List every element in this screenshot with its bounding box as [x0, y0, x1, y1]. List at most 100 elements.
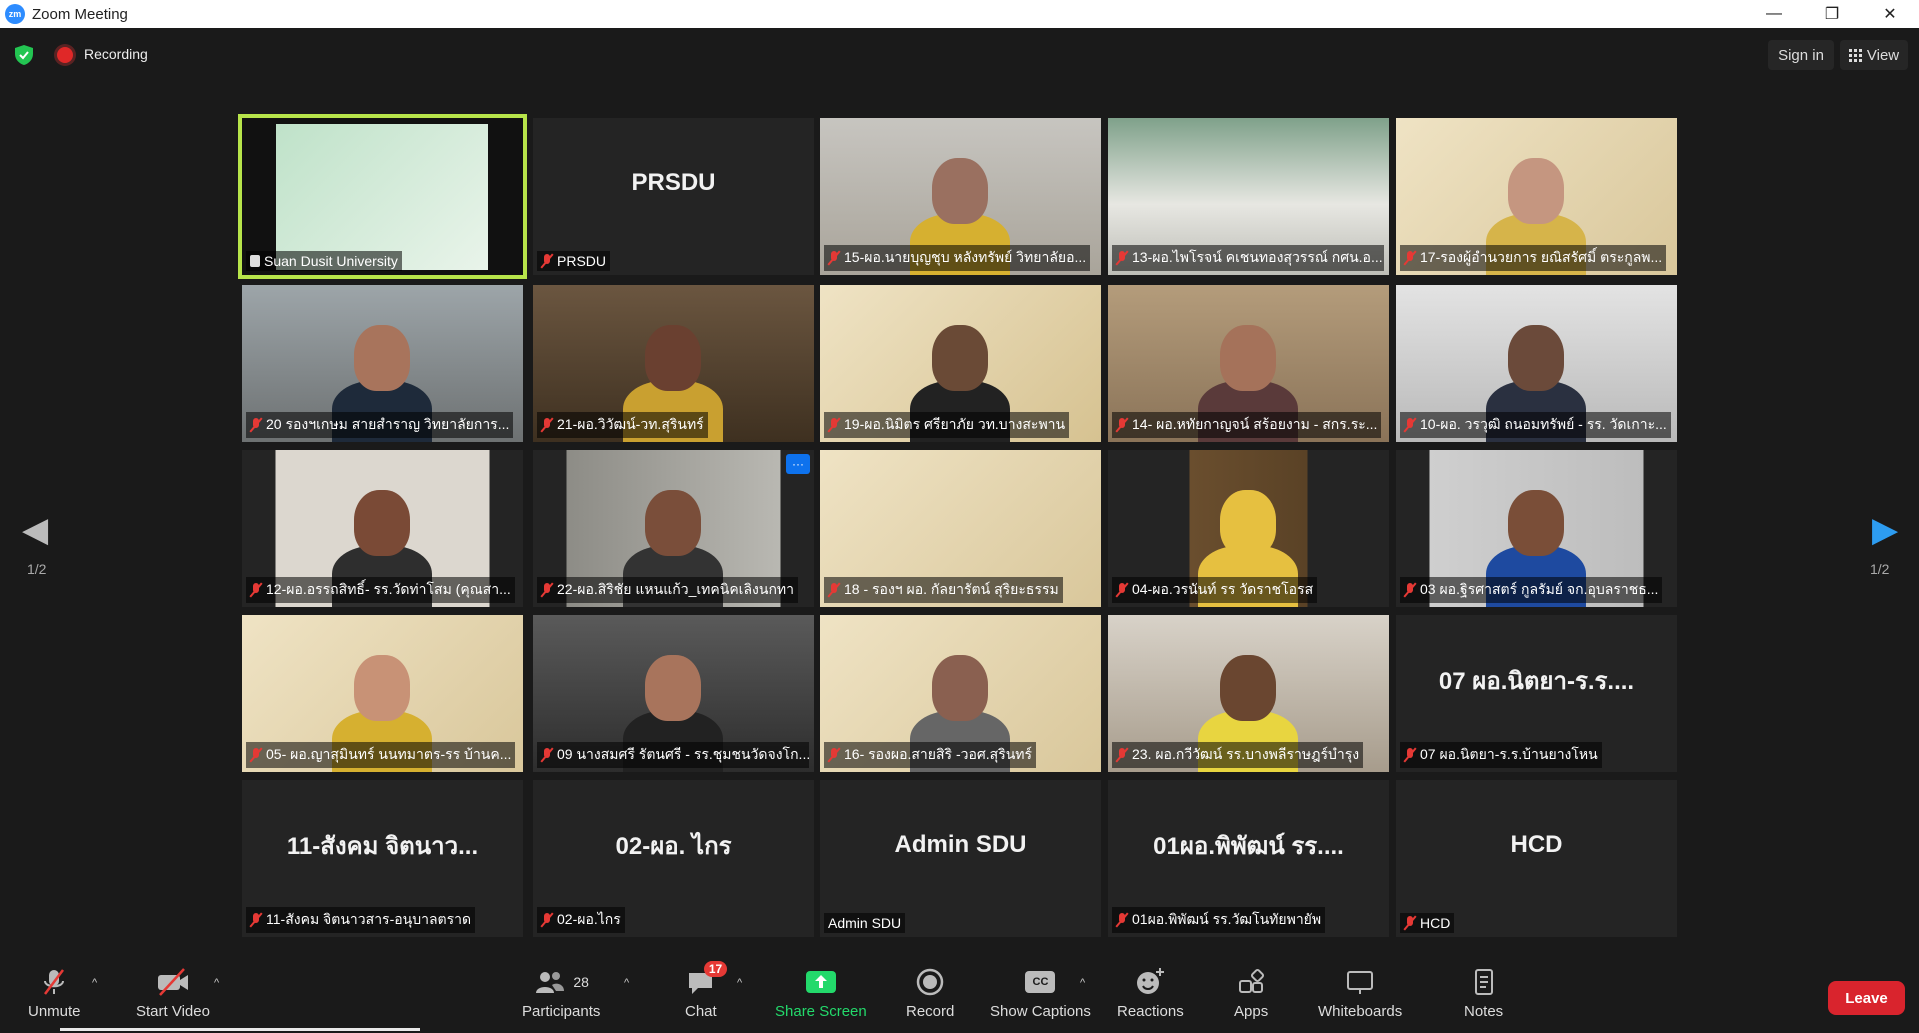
audio-options-caret-icon[interactable]: ^: [92, 977, 97, 989]
share-screen-icon: [805, 971, 836, 993]
apps-button[interactable]: Apps: [1234, 967, 1268, 1020]
participant-tile[interactable]: 19-ผอ.นิมิตร ศรียาภัย วท.บางสะพาน: [820, 285, 1101, 442]
view-label: View: [1866, 46, 1900, 64]
captions-options-caret-icon[interactable]: ^: [1080, 977, 1085, 989]
minimize-button[interactable]: —: [1745, 0, 1803, 28]
participant-tile[interactable]: 23. ผอ.กวีวัฒน์ รร.บางพลีราษฎร์บำรุง: [1108, 615, 1389, 772]
share-screen-button[interactable]: Share Screen: [775, 967, 867, 1020]
participant-tile[interactable]: PRSDU PRSDU: [533, 118, 814, 275]
muted-microphone-icon: [1404, 251, 1416, 265]
window-titlebar: zm Zoom Meeting — ❐ ✕: [0, 0, 1919, 28]
muted-microphone-icon: [1404, 418, 1416, 432]
participant-tile[interactable]: 16- รองผอ.สายสิริ -วอศ.สุรินทร์: [820, 615, 1101, 772]
participant-tile[interactable]: 11-สังคม จิตนาว... 11-สังคม จิตนาวสาร-อนุ…: [242, 780, 523, 937]
muted-microphone-icon: [1116, 583, 1128, 597]
participant-tile[interactable]: HCD HCD: [1396, 780, 1677, 937]
chat-label: Chat: [685, 1003, 717, 1020]
participant-tile[interactable]: Suan Dusit University: [238, 114, 527, 279]
start-video-button[interactable]: Start Video: [136, 967, 210, 1020]
participant-name: 11-สังคม จิตนาวสาร-อนุบาลตราด: [266, 911, 472, 927]
chat-button[interactable]: 17 Chat: [685, 961, 728, 1020]
participant-tile[interactable]: 20 รองฯเกษม สายสำราญ วิทยาลัยการ...: [242, 285, 523, 442]
record-icon: [916, 968, 944, 996]
muted-microphone-icon: [1116, 913, 1128, 927]
muted-microphone-icon: [828, 583, 840, 597]
participant-name-label: 07 ผอ.นิตยา-ร.ร.บ้านยางโหน: [1400, 742, 1602, 768]
participant-tile[interactable]: ··· 22-ผอ.สิริชัย แหนแก้ว_เทคนิคเลิงนกทา: [533, 450, 814, 607]
participant-tile[interactable]: Admin SDU Admin SDU: [820, 780, 1101, 937]
next-page-arrow-icon[interactable]: ▶: [1872, 510, 1898, 550]
participant-name: 03 ผอ.ฐิรศาสตร์ กูลรัมย์ จก.อุบลราชธ...: [1420, 581, 1659, 597]
participant-tile[interactable]: 05- ผอ.ญาสุมินทร์ นนทมาตร-รร บ้านค...: [242, 615, 523, 772]
participant-tile[interactable]: 09 นางสมศรี รัตนศรี - รร.ชุมชนวัดจงโก...: [533, 615, 814, 772]
restore-button[interactable]: ❐: [1803, 0, 1861, 28]
participant-name-label: 16- รองผอ.สายสิริ -วอศ.สุรินทร์: [824, 742, 1037, 768]
muted-microphone-icon: [250, 748, 262, 762]
participant-face: [1220, 325, 1276, 391]
show-captions-button[interactable]: CC Show Captions: [990, 967, 1091, 1020]
participant-tile[interactable]: 12-ผอ.อรรถสิทธิ์- รร.วัดท่าโสม (คุณสา...: [242, 450, 523, 607]
participant-tile[interactable]: 14- ผอ.หทัยกาญจน์ สร้อยงาม - สกร.ระ...: [1108, 285, 1389, 442]
notes-button[interactable]: Notes: [1464, 967, 1503, 1020]
reactions-emoji-icon: [1137, 968, 1165, 994]
view-button[interactable]: View: [1840, 40, 1908, 70]
more-options-button[interactable]: ···: [786, 454, 810, 474]
participant-name: 01ผอ.พิพัฒน์ รร.วัฒโนทัยพายัพ: [1132, 911, 1322, 927]
muted-microphone-icon: [828, 748, 840, 762]
window-controls: — ❐ ✕: [1745, 0, 1919, 28]
participant-face: [932, 325, 988, 391]
security-shield-icon[interactable]: [15, 45, 33, 65]
record-button[interactable]: Record: [906, 967, 954, 1020]
participant-name-label: HCD: [1400, 913, 1455, 933]
muted-microphone-icon: [250, 418, 262, 432]
participant-name: 22-ผอ.สิริชัย แหนแก้ว_เทคนิคเลิงนกทา: [557, 581, 795, 597]
recording-dot-icon: [57, 47, 73, 63]
recording-label[interactable]: Recording: [84, 46, 148, 62]
meeting-toolbar: Unmute ^ Start Video ^ 28 Participants ^…: [0, 955, 1919, 1033]
participant-name: Admin SDU: [828, 915, 902, 931]
previous-page-arrow-icon[interactable]: ◀: [22, 510, 48, 550]
participant-name-label: 23. ผอ.กวีวัฒน์ รร.บางพลีราษฎร์บำรุง: [1112, 742, 1364, 768]
participant-tile[interactable]: 17-รองผู้อำนวยการ ยณิสรัศมิ์ ตระกูลพ...: [1396, 118, 1677, 275]
reactions-label: Reactions: [1117, 1003, 1184, 1020]
unmute-button[interactable]: Unmute: [28, 967, 81, 1020]
participant-name-label: 20 รองฯเกษม สายสำราญ วิทยาลัยการ...: [246, 412, 514, 438]
whiteboards-button[interactable]: Whiteboards: [1318, 967, 1402, 1020]
participant-tile[interactable]: 18 - รองฯ ผอ. กัลยารัตน์ สุริยะธรรม: [820, 450, 1101, 607]
muted-microphone-icon: [1116, 251, 1128, 265]
participants-options-caret-icon[interactable]: ^: [624, 977, 629, 989]
chat-options-caret-icon[interactable]: ^: [737, 977, 742, 989]
participant-tile[interactable]: 04-ผอ.วรนันท์ รร วัดราชโอรส: [1108, 450, 1389, 607]
participant-tile[interactable]: 13-ผอ.ไพโรจน์ คเชนทองสุวรรณ์ กศน.อ...: [1108, 118, 1389, 275]
participant-name-label: 10-ผอ. วรวุฒิ ถนอมทรัพย์ - รร. วัดเกาะ..…: [1400, 412, 1671, 438]
participant-face: [932, 655, 988, 721]
participant-tile[interactable]: 15-ผอ.นายบุญชุบ หลังทรัพย์ วิทยาลัยอ...: [820, 118, 1101, 275]
participants-button[interactable]: 28 Participants: [522, 967, 600, 1020]
participant-name-label: 19-ผอ.นิมิตร ศรียาภัย วท.บางสะพาน: [824, 412, 1070, 438]
page-indicator-right: 1/2: [1870, 561, 1890, 577]
reactions-button[interactable]: Reactions: [1117, 967, 1184, 1020]
video-options-caret-icon[interactable]: ^: [214, 977, 219, 989]
participant-name-label: Suan Dusit University: [246, 251, 402, 271]
participant-tile[interactable]: 21-ผอ.วิวัฒน์-วท.สุรินทร์: [533, 285, 814, 442]
participant-tile[interactable]: 03 ผอ.ฐิรศาสตร์ กูลรัมย์ จก.อุบลราชธ...: [1396, 450, 1677, 607]
participant-name-label: 18 - รองฯ ผอ. กัลยารัตน์ สุริยะธรรม: [824, 577, 1063, 603]
participant-name-label: 15-ผอ.นายบุญชุบ หลังทรัพย์ วิทยาลัยอ...: [824, 245, 1091, 271]
sign-in-button[interactable]: Sign in: [1768, 40, 1834, 70]
start-video-label: Start Video: [136, 1003, 210, 1020]
participant-tile[interactable]: 07 ผอ.นิตยา-ร.ร.... 07 ผอ.นิตยา-ร.ร.บ้านย…: [1396, 615, 1677, 772]
participant-face: [1220, 655, 1276, 721]
participant-name: 04-ผอ.วรนันท์ รร วัดราชโอรส: [1132, 581, 1314, 597]
participant-name: 18 - รองฯ ผอ. กัลยารัตน์ สุริยะธรรม: [844, 581, 1059, 597]
participant-tile[interactable]: 10-ผอ. วรวุฒิ ถนอมทรัพย์ - รร. วัดเกาะ..…: [1396, 285, 1677, 442]
muted-microphone-icon: [541, 748, 553, 762]
notes-icon: [1474, 969, 1493, 995]
participants-count: 28: [573, 974, 589, 990]
participant-tile[interactable]: 02-ผอ. ไกร 02-ผอ.ไกร: [533, 780, 814, 937]
participant-tile[interactable]: 01ผอ.พิพัฒน์ รร.... 01ผอ.พิพัฒน์ รร.วัฒโน…: [1108, 780, 1389, 937]
participant-face: [645, 490, 701, 556]
leave-button[interactable]: Leave: [1828, 981, 1905, 1015]
muted-microphone-icon: [541, 913, 553, 927]
close-button[interactable]: ✕: [1861, 0, 1919, 28]
record-label: Record: [906, 1003, 955, 1020]
